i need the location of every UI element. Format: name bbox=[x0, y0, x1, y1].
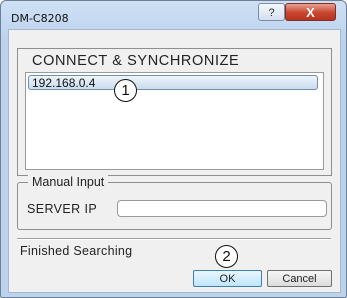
title-bar[interactable]: DM-C8208 ? X bbox=[1, 1, 346, 31]
close-button[interactable]: X bbox=[285, 3, 336, 21]
callout-marker-1-label: 1 bbox=[121, 82, 130, 99]
callout-marker-2-label: 2 bbox=[222, 248, 231, 265]
server-listbox[interactable]: 192.168.0.4 bbox=[25, 72, 324, 170]
list-item-label: 192.168.0.4 bbox=[32, 76, 96, 90]
manual-input-group: Manual Input SERVER IP bbox=[17, 175, 332, 230]
connect-title: CONNECT & SYNCHRONIZE bbox=[32, 53, 240, 69]
callout-marker-2: 2 bbox=[215, 245, 238, 268]
divider bbox=[17, 238, 331, 240]
help-button[interactable]: ? bbox=[258, 3, 285, 21]
server-ip-label: SERVER IP bbox=[27, 202, 98, 216]
window-title: DM-C8208 bbox=[11, 12, 69, 25]
close-icon: X bbox=[306, 5, 315, 20]
list-item[interactable]: 192.168.0.4 bbox=[28, 75, 318, 90]
callout-marker-1: 1 bbox=[114, 79, 137, 102]
manual-input-legend: Manual Input bbox=[28, 175, 109, 189]
connect-group: CONNECT & SYNCHRONIZE 192.168.0.4 1 bbox=[17, 48, 332, 176]
server-ip-input[interactable] bbox=[117, 200, 327, 217]
dialog-client-area: CONNECT & SYNCHRONIZE 192.168.0.4 1 Manu… bbox=[8, 29, 341, 293]
ok-button[interactable]: OK bbox=[193, 270, 262, 287]
cancel-button[interactable]: Cancel bbox=[267, 270, 332, 287]
dialog-window: DM-C8208 ? X CONNECT & SYNCHRONIZE 192.1… bbox=[0, 0, 347, 298]
status-text: Finished Searching bbox=[20, 244, 133, 258]
help-icon: ? bbox=[268, 7, 275, 19]
